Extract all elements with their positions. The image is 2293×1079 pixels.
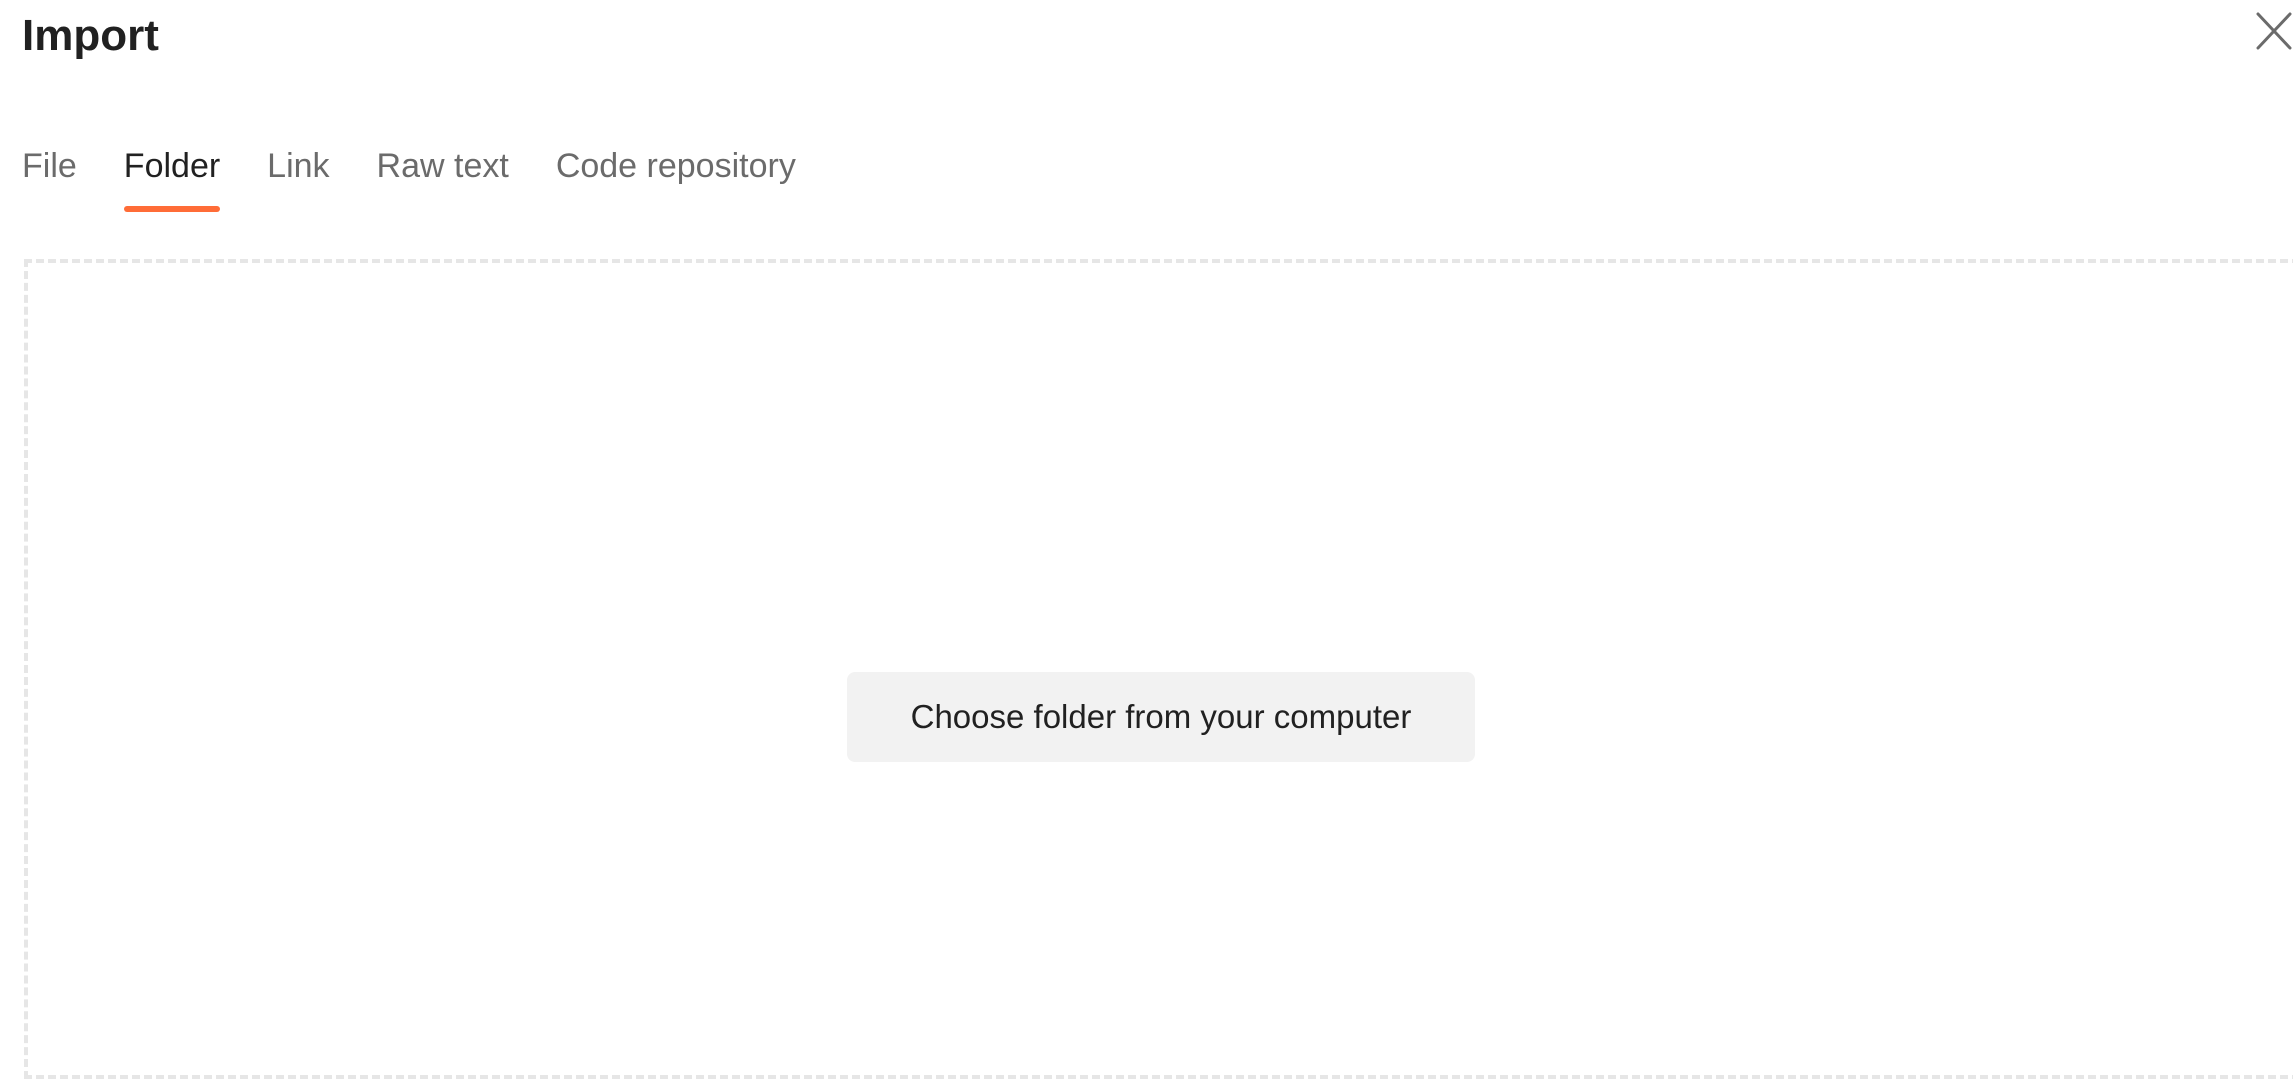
tab-file[interactable]: File: [22, 140, 77, 192]
import-dialog: Import File Folder Link Raw text Code re…: [0, 0, 2293, 1079]
close-button[interactable]: [2254, 10, 2293, 54]
choose-folder-button[interactable]: Choose folder from your computer: [847, 672, 1475, 762]
import-tabs: File Folder Link Raw text Code repositor…: [22, 140, 843, 214]
tab-link[interactable]: Link: [267, 140, 329, 192]
tab-raw-text[interactable]: Raw text: [377, 140, 509, 192]
folder-dropzone[interactable]: [24, 259, 2293, 1079]
close-icon: [2254, 10, 2293, 54]
dialog-title: Import: [22, 11, 159, 60]
tab-code-repository[interactable]: Code repository: [556, 140, 796, 192]
tab-folder[interactable]: Folder: [123, 140, 221, 212]
